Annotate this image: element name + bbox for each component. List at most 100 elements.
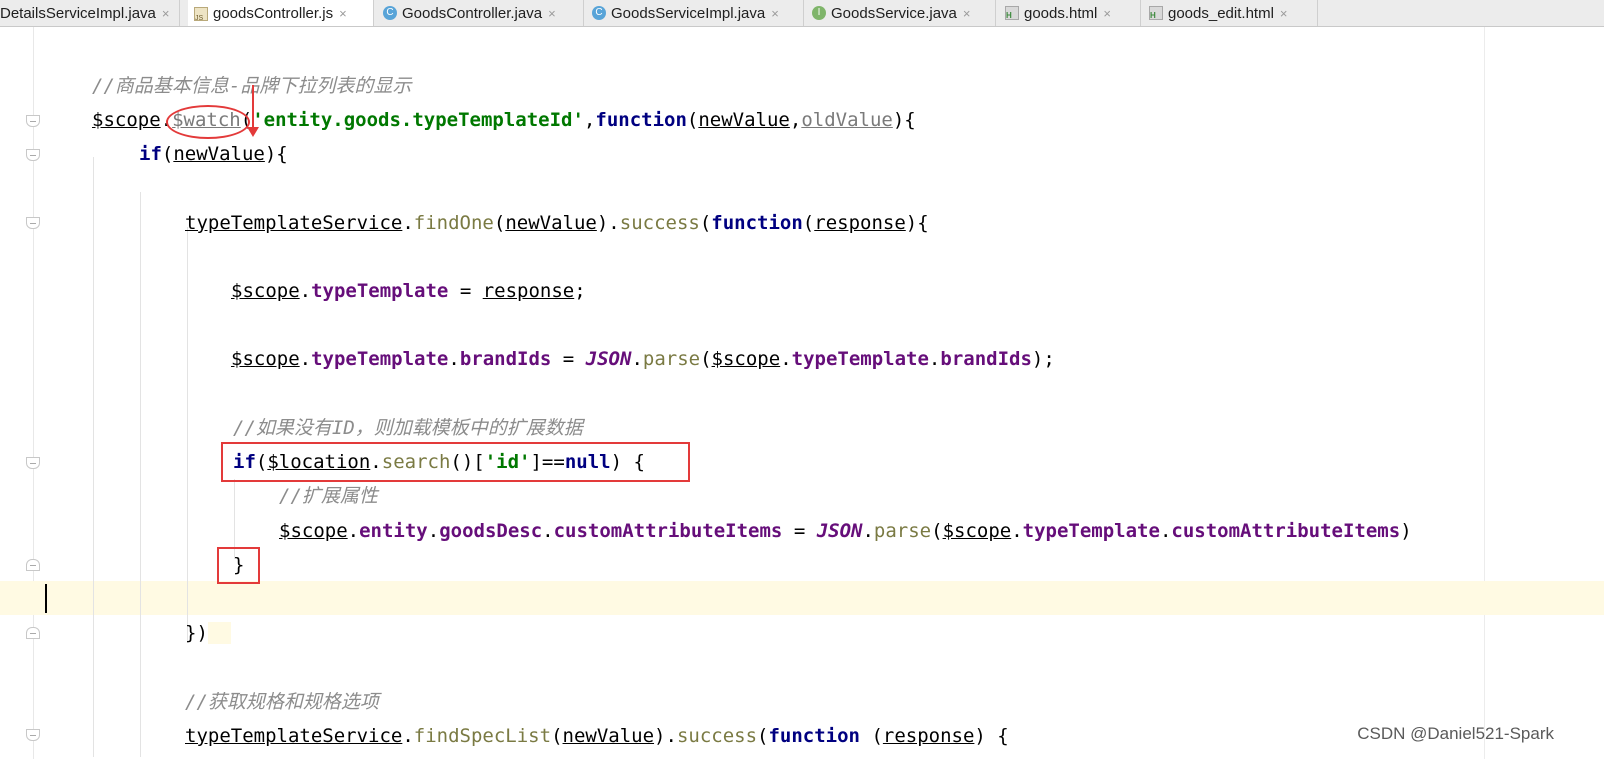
code-token: $scope xyxy=(92,109,161,131)
annotation-box-closing-brace xyxy=(217,547,260,584)
tab-label: DetailsServiceImpl.java xyxy=(0,4,156,22)
editor-tab-bar: DetailsServiceImpl.java × goodsControlle… xyxy=(0,0,1604,27)
code-param: newValue xyxy=(505,212,597,234)
gutter-separator xyxy=(33,27,34,759)
code-token: , xyxy=(583,109,596,131)
code-line-custom-attrs: $scope.entity.goodsDesc.customAttributeI… xyxy=(279,516,1412,546)
code-global: JSON xyxy=(816,520,863,542)
fold-marker[interactable] xyxy=(26,149,40,161)
annotation-arrow xyxy=(252,85,254,131)
annotation-box-if-location xyxy=(221,442,690,482)
indent-guide xyxy=(140,192,141,757)
code-property: typeTemplate xyxy=(311,280,449,302)
code-token: . xyxy=(448,348,460,370)
fold-marker[interactable] xyxy=(26,457,40,469)
code-property: brandIds xyxy=(459,348,552,370)
fold-marker[interactable] xyxy=(26,627,40,639)
fold-marker[interactable] xyxy=(26,115,40,127)
tab-goods-html[interactable]: goods.html × xyxy=(999,0,1141,26)
code-token: $scope xyxy=(711,348,781,370)
right-margin-guide xyxy=(1484,27,1485,759)
code-token: ( xyxy=(686,109,699,131)
code-token: ) xyxy=(596,212,609,234)
code-token: . xyxy=(665,725,677,747)
code-property: typeTemplate xyxy=(311,348,449,370)
code-token: . xyxy=(631,348,643,370)
code-param: newValue xyxy=(562,725,655,747)
code-keyword: function xyxy=(768,725,860,747)
code-param: newValue xyxy=(698,109,790,131)
tab-label: goodsController.js xyxy=(213,5,334,22)
code-editor[interactable]: //商品基本信息-品牌下拉列表的显示 $scope.$watch('entity… xyxy=(0,27,1604,759)
annotation-ellipse xyxy=(166,105,250,139)
code-token: . xyxy=(1011,520,1023,542)
code-token: ) { xyxy=(974,725,1009,747)
code-token: ); xyxy=(1031,348,1055,370)
tab-goods-service[interactable]: I GoodsService.java × xyxy=(806,0,996,26)
close-icon[interactable]: × xyxy=(339,6,347,21)
code-property: typeTemplate xyxy=(1022,520,1160,542)
code-token: ( xyxy=(700,348,712,370)
code-property: customAttributeItems xyxy=(553,520,783,542)
code-token: . xyxy=(862,520,874,542)
code-param: response xyxy=(814,212,906,234)
fold-marker[interactable] xyxy=(26,217,40,229)
tab-details-service-impl[interactable]: DetailsServiceImpl.java × xyxy=(0,0,180,26)
text-caret xyxy=(45,584,47,613)
close-icon[interactable]: × xyxy=(548,6,556,21)
code-token: typeTemplateService xyxy=(185,725,403,747)
code-token: ( xyxy=(931,520,943,542)
close-icon[interactable]: × xyxy=(162,6,170,21)
code-property: entity xyxy=(359,520,428,542)
code-token: . xyxy=(608,212,620,234)
html-file-icon xyxy=(1005,6,1019,20)
tab-goods-service-impl[interactable]: C GoodsServiceImpl.java × xyxy=(586,0,804,26)
tab-goods-controller-java[interactable]: C GoodsController.java × xyxy=(377,0,584,26)
code-token: ) xyxy=(1400,520,1412,542)
code-string: 'entity.goods.typeTemplateId' xyxy=(252,109,584,131)
tab-label: GoodsController.java xyxy=(402,4,543,22)
code-token: $scope xyxy=(231,348,300,370)
code-keyword: function xyxy=(711,212,803,234)
close-icon[interactable]: × xyxy=(1280,6,1288,21)
code-token: typeTemplateService xyxy=(185,212,403,234)
code-token: ( xyxy=(699,212,712,234)
code-comment: //如果没有ID，则加载模板中的扩展数据 xyxy=(233,417,583,439)
code-method: parse xyxy=(642,348,701,370)
code-token: , xyxy=(789,109,802,131)
code-property: customAttributeItems xyxy=(1171,520,1401,542)
close-icon[interactable]: × xyxy=(963,6,971,21)
code-global: JSON xyxy=(585,348,632,370)
code-token: ) xyxy=(654,725,666,747)
fold-marker[interactable] xyxy=(26,559,40,571)
code-line-assign-template: $scope.typeTemplate = response; xyxy=(231,276,586,306)
code-token: ( xyxy=(860,725,883,747)
tab-label: goods.html xyxy=(1024,4,1098,22)
close-icon[interactable]: × xyxy=(771,6,779,21)
code-token: $scope xyxy=(279,520,348,542)
code-keyword: function xyxy=(595,109,687,131)
tab-goods-edit-html[interactable]: goods_edit.html × xyxy=(1143,0,1318,26)
tab-label: GoodsServiceImpl.java xyxy=(611,4,766,22)
code-token: ( xyxy=(551,725,563,747)
code-line-brandids: $scope.typeTemplate.brandIds = JSON.pars… xyxy=(231,344,1055,374)
current-line-highlight xyxy=(0,581,1604,615)
indent-guide xyxy=(93,157,94,757)
code-token: . xyxy=(427,520,440,542)
code-token: . xyxy=(928,348,941,370)
js-file-icon xyxy=(194,6,208,22)
tab-goods-controller-js[interactable]: goodsController.js × xyxy=(188,0,374,26)
code-token: . xyxy=(780,348,792,370)
code-line-findone: typeTemplateService.findOne(newValue).su… xyxy=(185,208,929,238)
code-token: = xyxy=(551,348,586,370)
close-icon[interactable]: × xyxy=(1103,6,1111,21)
code-token: . xyxy=(402,725,414,747)
code-comment: //获取规格和规格选项 xyxy=(185,691,379,713)
code-property: typeTemplate xyxy=(791,348,929,370)
fold-marker[interactable] xyxy=(26,729,40,741)
code-token: . xyxy=(542,520,554,542)
code-method: findSpecList xyxy=(413,725,552,747)
code-closing-paren: })​ xyxy=(185,618,231,648)
code-comment: //扩展属性 xyxy=(279,485,378,507)
code-line-if-newvalue: if(newValue){ xyxy=(139,139,288,169)
